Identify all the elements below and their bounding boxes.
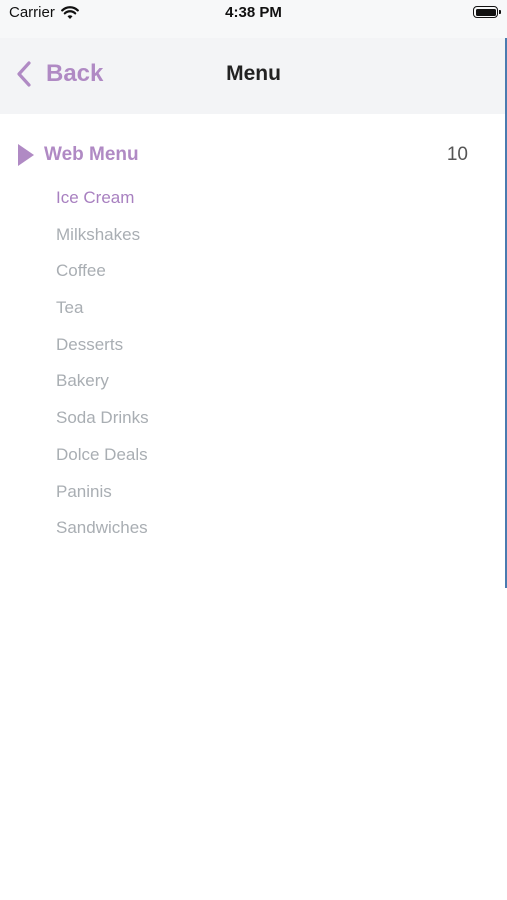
section-count: 10 [446, 144, 468, 165]
disclosure-triangle-icon [18, 144, 34, 166]
page-title: Menu [226, 62, 281, 85]
menu-item-coffee[interactable]: Coffee [56, 253, 149, 290]
menu-item-sandwiches[interactable]: Sandwiches [56, 510, 149, 547]
status-time: 4:38 PM [225, 4, 282, 21]
menu-item-bakery[interactable]: Bakery [56, 363, 149, 400]
menu-list: Ice Cream Milkshakes Coffee Tea Desserts… [56, 180, 149, 547]
menu-item-paninis[interactable]: Paninis [56, 474, 149, 511]
status-bar: Carrier 4:38 PM [0, 0, 507, 38]
menu-item-ice-cream[interactable]: Ice Cream [56, 180, 149, 217]
section-header-web-menu[interactable]: Web Menu 10 [16, 140, 476, 170]
navigation-bar: Back Menu [0, 38, 507, 114]
menu-item-dolce-deals[interactable]: Dolce Deals [56, 437, 149, 474]
menu-item-desserts[interactable]: Desserts [56, 327, 149, 364]
battery-icon [473, 6, 501, 18]
menu-item-soda-drinks[interactable]: Soda Drinks [56, 400, 149, 437]
section-title: Web Menu [44, 144, 139, 165]
menu-item-tea[interactable]: Tea [56, 290, 149, 327]
menu-item-milkshakes[interactable]: Milkshakes [56, 217, 149, 254]
